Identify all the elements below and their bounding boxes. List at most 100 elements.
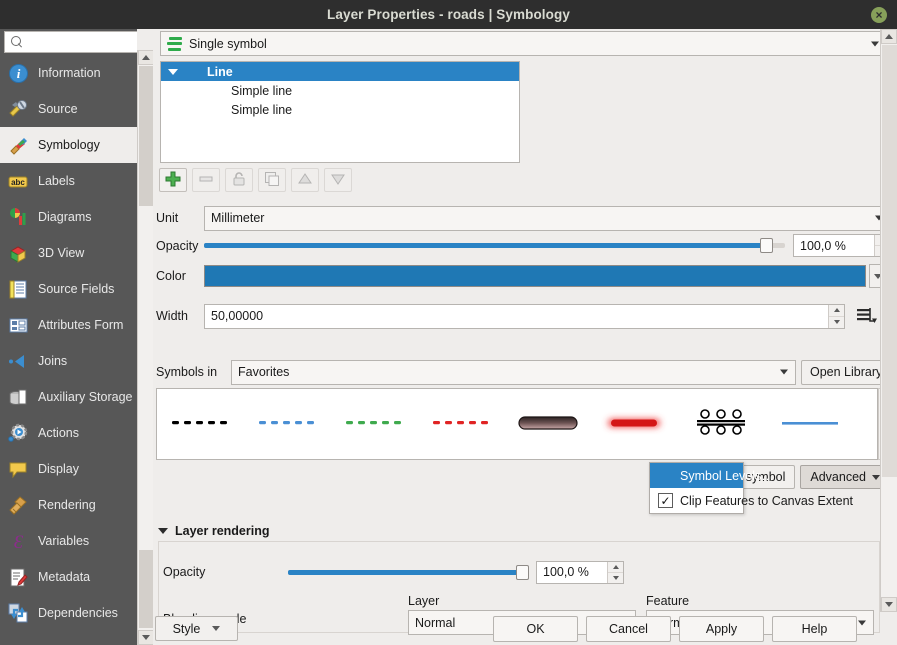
gallery-item-railway-marker-line[interactable]: [679, 389, 766, 459]
open-library-button[interactable]: Open Library: [801, 359, 892, 385]
spin-up-icon: [829, 304, 844, 317]
close-icon[interactable]: ×: [871, 7, 887, 23]
gallery-item-dotted-red[interactable]: [418, 389, 505, 459]
sidebar-item-metadata[interactable]: Metadata: [0, 559, 137, 595]
gallery-item-dotted-black[interactable]: [157, 389, 244, 459]
sidebar-item-labels[interactable]: abc Labels: [0, 163, 137, 199]
ok-button[interactable]: OK: [493, 616, 578, 642]
main-scroll-thumb[interactable]: [882, 45, 897, 477]
symbol-color-button[interactable]: [204, 265, 866, 287]
window-title: Layer Properties - roads | Symbology: [327, 7, 570, 22]
symbol-preview: [695, 408, 751, 441]
sidebar-item-variables[interactable]: Ɛ Variables: [0, 523, 137, 559]
layer-opacity-slider[interactable]: [288, 562, 529, 582]
symbol-layer-tree[interactable]: Line Simple line Simple line: [160, 61, 520, 163]
sidebar-item-source-fields[interactable]: Source Fields: [0, 271, 137, 307]
symbol-width-input[interactable]: [205, 308, 844, 324]
data-defined-override-icon[interactable]: [853, 304, 879, 328]
sidebar-item-diagrams[interactable]: Diagrams: [0, 199, 137, 235]
symbol-preview: [601, 409, 671, 440]
renderer-type-combo[interactable]: Single symbol: [160, 31, 887, 56]
lock-layer-button: [225, 168, 253, 192]
symbol-width-spinbox[interactable]: [204, 303, 845, 329]
symbol-opacity-slider[interactable]: [204, 236, 785, 256]
actions-gear-icon: [7, 422, 29, 444]
attributes-form-icon: [7, 314, 29, 336]
symbols-in-combo[interactable]: Favorites: [231, 359, 796, 385]
sidebar-item-label: Symbology: [38, 138, 100, 152]
cancel-button[interactable]: Cancel: [586, 616, 671, 642]
checkmark-icon[interactable]: ✓: [658, 493, 673, 508]
unit-value: Millimeter: [211, 211, 265, 225]
symbol-layer-row[interactable]: Simple line: [161, 100, 519, 119]
help-button[interactable]: Help: [772, 616, 857, 642]
sidebar-item-rendering[interactable]: Rendering: [0, 487, 137, 523]
sidebar-scroll-thumb[interactable]: [139, 66, 153, 206]
source-icon: [7, 98, 29, 120]
sidebar-item-dependencies[interactable]: Dependencies: [0, 595, 137, 631]
gallery-item-gradient-dark-capsule[interactable]: [505, 389, 592, 459]
layer-opacity-row: Opacity: [163, 560, 873, 584]
layer-opacity-spinbox[interactable]: [536, 560, 624, 584]
add-symbol-layer-button[interactable]: [159, 168, 187, 192]
sidebar-scroll-down-icon[interactable]: [138, 630, 154, 645]
advanced-menu-item-label: Symbol Levels…: [680, 468, 774, 483]
symbol-layer-row[interactable]: Simple line: [161, 81, 519, 100]
gallery-item-dotted-blue[interactable]: [244, 389, 331, 459]
layer-rendering-title: Layer rendering: [175, 524, 270, 538]
style-button[interactable]: Style: [155, 616, 238, 641]
sidebar-item-actions[interactable]: Actions: [0, 415, 137, 451]
style-button-label: Style: [172, 621, 201, 636]
sidebar-item-label: Display: [38, 462, 79, 476]
apply-button[interactable]: Apply: [679, 616, 764, 642]
expand-triangle-icon[interactable]: [165, 68, 181, 75]
diagrams-chart-icon: [7, 206, 29, 228]
sidebar-item-label: Dependencies: [38, 606, 118, 620]
chevron-down-icon: [871, 41, 879, 46]
symbol-layer-label: Simple line: [231, 83, 293, 98]
sidebar-scroll-track-lower[interactable]: [139, 550, 153, 628]
layer-opacity-spin-arrows[interactable]: [607, 561, 623, 583]
sidebar-item-source[interactable]: Source: [0, 91, 137, 127]
advanced-menu[interactable]: Symbol Levels… ✓ Clip Features to Canvas E…: [649, 462, 853, 514]
symbols-in-row: Symbols in Favorites Open Library: [156, 359, 894, 385]
gallery-item-thin-blue-line[interactable]: [766, 389, 853, 459]
main-scroll-down-icon[interactable]: [881, 597, 897, 612]
gallery-item-dotted-green[interactable]: [331, 389, 418, 459]
advanced-menu-item-clip-features[interactable]: ✓ Clip Features to Canvas Extent: [650, 488, 853, 513]
svg-text:i: i: [16, 66, 20, 81]
symbol-opacity-spinbox[interactable]: [793, 234, 891, 257]
sidebar-item-information[interactable]: i Information: [0, 55, 137, 91]
duplicate-icon: [264, 171, 280, 190]
sidebar-item-joins[interactable]: Joins: [0, 343, 137, 379]
sidebar-item-label: Source Fields: [38, 282, 115, 296]
symbol-layer-row[interactable]: Line: [161, 62, 519, 81]
metadata-icon: [7, 566, 29, 588]
sidebar-item-3d-view[interactable]: 3D View: [0, 235, 137, 271]
symbol-gallery[interactable]: [156, 388, 878, 460]
search-box[interactable]: [4, 31, 137, 53]
sidebar-scroll-up-icon[interactable]: [138, 50, 154, 65]
search-input[interactable]: [27, 34, 137, 50]
symbol-preview: [780, 410, 840, 439]
advanced-menu-item-symbol-levels[interactable]: Symbol Levels…: [650, 463, 774, 488]
sidebar-item-label: Metadata: [38, 570, 91, 584]
main-scrollbar[interactable]: [880, 29, 897, 612]
symbol-layer-label: Simple line: [231, 102, 293, 117]
unit-combo[interactable]: Millimeter: [204, 205, 891, 231]
sidebar-item-display[interactable]: Display: [0, 451, 137, 487]
advanced-button[interactable]: Advanced: [800, 465, 890, 489]
sidebar-scrollbar[interactable]: [137, 50, 154, 645]
sidebar-item-symbology[interactable]: Symbology: [0, 127, 137, 163]
layer-rendering-header[interactable]: Layer rendering: [158, 524, 269, 538]
variables-epsilon-icon: Ɛ: [7, 530, 29, 552]
sidebar-item-auxiliary-storage[interactable]: Auxiliary Storage: [0, 379, 137, 415]
gallery-item-red-glow-line[interactable]: [592, 389, 679, 459]
main-scroll-up-icon[interactable]: [881, 29, 897, 44]
symbol-preview: [168, 410, 234, 439]
symbol-layer-label: Line: [207, 64, 233, 79]
lock-icon: [231, 171, 247, 190]
sidebar-item-attributes-form[interactable]: Attributes Form: [0, 307, 137, 343]
symbol-width-spin-arrows[interactable]: [828, 304, 844, 328]
unit-row: Unit Millimeter: [156, 205, 891, 231]
